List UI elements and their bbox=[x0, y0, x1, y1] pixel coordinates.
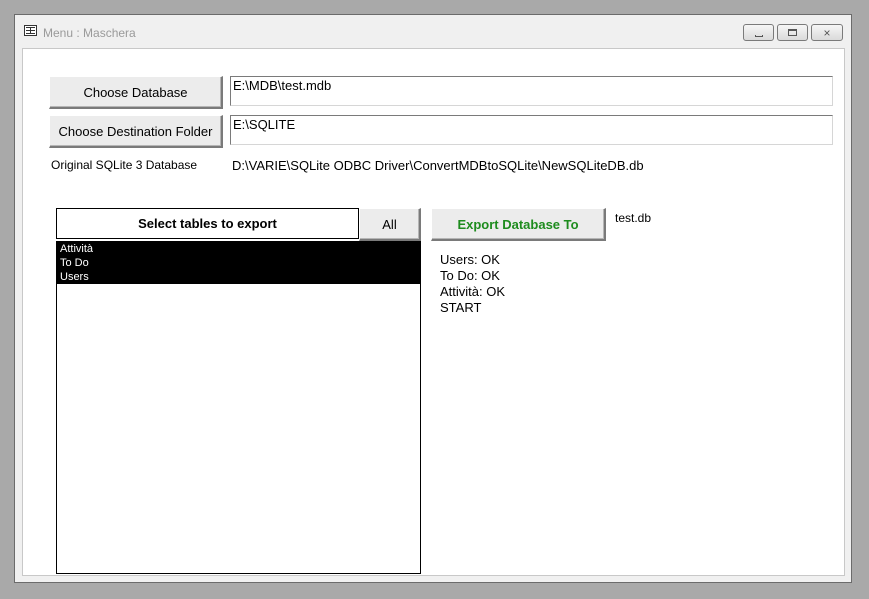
database-path-field[interactable]: E:\MDB\test.mdb bbox=[230, 76, 833, 106]
choose-database-button[interactable]: Choose Database bbox=[49, 76, 223, 109]
form-window: Menu : Maschera × Choose Database E:\MDB… bbox=[14, 14, 852, 583]
destination-path-field[interactable]: E:\SQLITE bbox=[230, 115, 833, 145]
window-title: Menu : Maschera bbox=[43, 26, 136, 40]
export-filename: test.db bbox=[615, 211, 652, 225]
export-database-button[interactable]: Export Database To bbox=[431, 208, 606, 241]
maximize-button[interactable] bbox=[777, 24, 808, 41]
status-line: Users: OK bbox=[440, 252, 500, 267]
status-line: Attività: OK bbox=[440, 284, 506, 299]
list-item[interactable]: To Do bbox=[57, 256, 420, 270]
title-bar[interactable]: Menu : Maschera × bbox=[15, 15, 851, 49]
close-button[interactable]: × bbox=[811, 24, 843, 41]
status-line: To Do: OK bbox=[440, 268, 500, 283]
minimize-button[interactable] bbox=[743, 24, 774, 41]
choose-destination-folder-button[interactable]: Choose Destination Folder bbox=[49, 115, 223, 148]
select-tables-header: Select tables to export bbox=[56, 208, 359, 239]
select-all-button[interactable]: All bbox=[359, 208, 421, 241]
form-icon bbox=[24, 25, 37, 36]
original-db-label: Original SQLite 3 Database bbox=[51, 158, 198, 172]
minimize-icon bbox=[754, 34, 763, 37]
list-item[interactable]: Attività bbox=[57, 242, 420, 256]
status-log: Users: OK To Do: OK Attività: OK START bbox=[440, 252, 505, 316]
form-client-area: Choose Database E:\MDB\test.mdb Choose D… bbox=[22, 48, 845, 576]
maximize-icon bbox=[788, 29, 797, 36]
status-line: START bbox=[440, 300, 482, 315]
list-item[interactable]: Users bbox=[57, 270, 420, 284]
close-icon: × bbox=[823, 25, 831, 40]
tables-listbox[interactable]: Attività To Do Users bbox=[56, 241, 421, 574]
original-db-path: D:\VARIE\SQLite ODBC Driver\ConvertMDBto… bbox=[232, 158, 644, 173]
